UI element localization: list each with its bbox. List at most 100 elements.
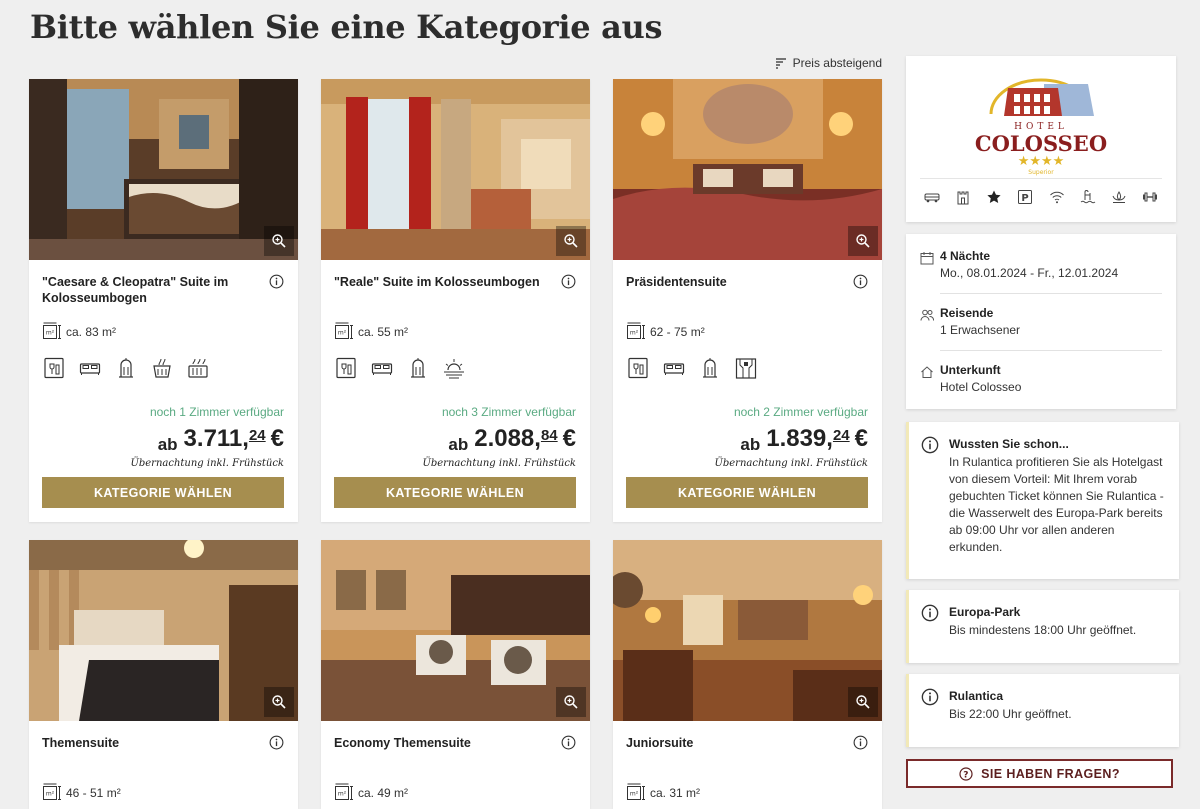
trip-dates: Mo., 08.01.2024 - Fr., 12.01.2024 — [940, 266, 1119, 280]
availability: noch 3 Zimmer verfügbar — [441, 405, 576, 419]
room-area-value: ca. 49 m² — [358, 786, 409, 800]
info-icon — [921, 436, 939, 454]
svg-text:P: P — [1022, 193, 1029, 204]
svg-text:?: ? — [963, 770, 969, 780]
logo-tag: Superior — [1028, 169, 1054, 176]
home-icon — [921, 366, 933, 378]
info-icon[interactable] — [269, 274, 284, 289]
pool-icon — [1080, 189, 1096, 210]
price-cents: 84 — [540, 427, 558, 444]
notice-title: Wussten Sie schon... — [949, 437, 1069, 451]
zoom-icon[interactable] — [264, 687, 294, 717]
heater-icon — [406, 356, 430, 380]
room-card: Juniorsuite ca. 31 m² — [613, 540, 882, 809]
heater-icon — [114, 356, 138, 380]
info-icon[interactable] — [269, 735, 284, 750]
area-icon — [334, 783, 354, 803]
info-icon[interactable] — [561, 735, 576, 750]
price-cents: 24 — [832, 427, 850, 444]
select-category-button[interactable]: KATEGORIE WÄHLEN — [626, 477, 868, 508]
zoom-icon[interactable] — [848, 226, 878, 256]
room-title[interactable]: "Reale" Suite im Kolosseumbogen — [334, 274, 544, 290]
area-icon — [42, 783, 62, 803]
zoom-icon[interactable] — [556, 226, 586, 256]
room-photo[interactable] — [613, 79, 882, 260]
room-photo[interactable] — [321, 79, 590, 260]
calendar-icon — [920, 252, 934, 265]
room-card: Themensuite 46 - 51 m² — [29, 540, 298, 809]
room-card: "Caesare & Cleopatra" Suite im Kolosseum… — [29, 79, 298, 522]
wellness-icon — [150, 356, 174, 380]
fitness-icon — [1142, 189, 1158, 210]
room-title[interactable]: "Caesare & Cleopatra" Suite im Kolosseum… — [42, 274, 252, 306]
zoom-icon[interactable] — [848, 687, 878, 717]
price-currency: € — [854, 425, 868, 452]
info-notice: Europa-Park Bis mindestens 18:00 Uhr geö… — [906, 590, 1179, 663]
minibar-icon — [42, 356, 66, 380]
room-card: Economy Themensuite ca. 49 m² — [321, 540, 590, 809]
room-photo[interactable] — [29, 79, 298, 260]
zoom-icon[interactable] — [556, 687, 586, 717]
double-bed-icon — [662, 356, 686, 380]
area-icon — [626, 783, 646, 803]
divider — [940, 350, 1162, 351]
notice-title: Rulantica — [949, 689, 1004, 703]
area-icon — [42, 322, 62, 342]
room-area-value: ca. 31 m² — [650, 786, 701, 800]
info-icon — [921, 688, 939, 706]
room-title[interactable]: Präsidentensuite — [626, 274, 836, 290]
info-notice: Rulantica Bis 22:00 Uhr geöffnet. — [906, 674, 1179, 747]
facilities: P — [920, 178, 1162, 210]
availability: noch 1 Zimmer verfügbar — [149, 405, 284, 419]
sort-icon — [775, 58, 786, 69]
faq-button[interactable]: ? SIE HABEN FRAGEN? — [906, 759, 1173, 788]
room-area: ca. 49 m² — [334, 783, 408, 803]
sort-dropdown[interactable]: Preis absteigend — [775, 56, 882, 70]
faq-label: SIE HABEN FRAGEN? — [981, 766, 1120, 781]
notice-text: Bis 22:00 Uhr geöffnet. — [949, 707, 1072, 721]
logo-name-text: COLOSSEO — [975, 131, 1107, 156]
price-currency: € — [562, 425, 576, 452]
radiator-icon — [186, 356, 210, 380]
room-title[interactable]: Themensuite — [42, 735, 252, 751]
select-category-button[interactable]: KATEGORIE WÄHLEN — [42, 477, 284, 508]
info-icon[interactable] — [853, 274, 868, 289]
price-cents: 24 — [248, 427, 266, 444]
star-icon — [986, 189, 1002, 210]
question-icon: ? — [959, 766, 973, 781]
notice-title: Europa-Park — [949, 605, 1021, 619]
room-area-value: 62 - 75 m² — [650, 325, 705, 339]
room-title[interactable]: Economy Themensuite — [334, 735, 544, 751]
nights-label: 4 Nächte — [940, 249, 991, 263]
room-area: 62 - 75 m² — [626, 322, 705, 342]
room-photo[interactable] — [321, 540, 590, 721]
info-icon[interactable] — [561, 274, 576, 289]
price-note: Übernachtung inkl. Frühstück — [422, 458, 576, 469]
logo-stars: ★★★★ — [1018, 154, 1065, 169]
wifi-icon — [1049, 189, 1065, 210]
price-note: Übernachtung inkl. Frühstück — [714, 458, 868, 469]
accommodation-label: Unterkunft — [940, 363, 1001, 377]
price: ab 1.839, 24 € — [740, 425, 868, 455]
select-category-button[interactable]: KATEGORIE WÄHLEN — [334, 477, 576, 508]
heater-icon — [698, 356, 722, 380]
sort-label: Preis absteigend — [792, 56, 882, 70]
amenities — [42, 356, 210, 380]
info-icon[interactable] — [853, 735, 868, 750]
travelers-value: 1 Erwachsener — [940, 323, 1021, 337]
castle-icon — [955, 189, 971, 210]
room-title[interactable]: Juniorsuite — [626, 735, 836, 751]
room-photo[interactable] — [613, 540, 882, 721]
double-bed-icon — [370, 356, 394, 380]
price: ab 3.711, 24 € — [158, 425, 284, 455]
zoom-icon[interactable] — [264, 226, 294, 256]
room-photo[interactable] — [29, 540, 298, 721]
minibar-icon — [334, 356, 358, 380]
sunset-view-icon — [442, 356, 466, 380]
price-prefix: ab — [448, 435, 469, 454]
info-icon — [921, 604, 939, 622]
divider — [940, 293, 1162, 294]
room-area-value: ca. 55 m² — [358, 325, 409, 339]
notice-text: Bis mindestens 18:00 Uhr geöffnet. — [949, 623, 1137, 637]
hotel-logo: HOTEL COLOSSEO ★★★★ Superior — [906, 66, 1176, 176]
